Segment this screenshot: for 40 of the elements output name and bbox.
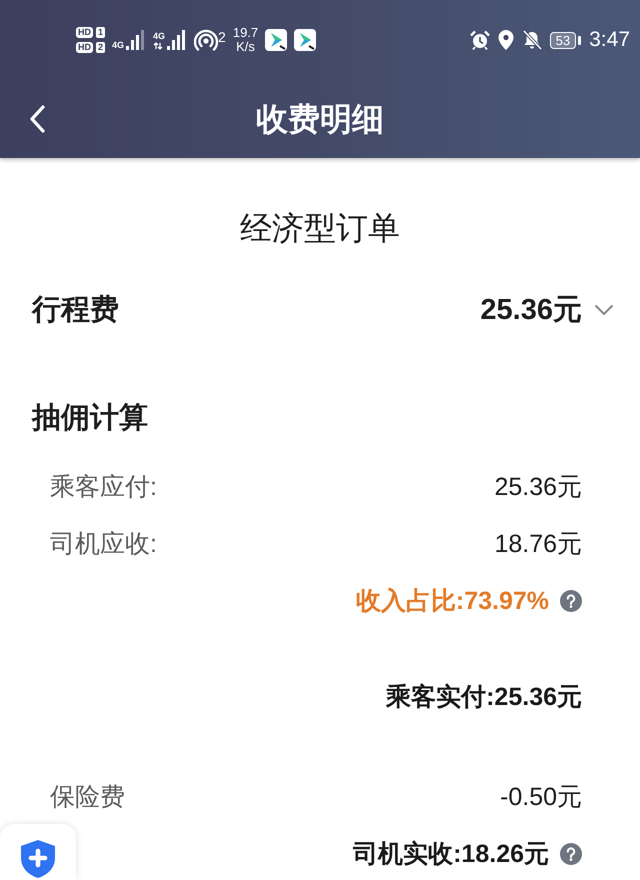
order-type-title: 经济型订单	[240, 209, 400, 248]
hd-voice-badge: HD	[76, 27, 93, 38]
fee-label: 保险费	[50, 782, 125, 813]
chevron-down-icon[interactable]	[594, 304, 614, 316]
battery-terminal-icon	[578, 36, 582, 44]
battery-percent: 53	[550, 32, 576, 48]
back-chevron-icon	[29, 105, 45, 133]
network-speed-value: 19.7	[232, 26, 258, 40]
app-notification-icon	[265, 29, 288, 51]
hotspot-icon	[194, 28, 218, 52]
hd-voice-badge: HD	[76, 42, 93, 53]
network-speed-unit: K/s	[236, 40, 255, 54]
help-icon[interactable]	[560, 843, 582, 865]
hotspot-count: 2	[218, 30, 226, 44]
summary-amount: 乘客实付:25.36元	[386, 682, 582, 713]
location-pin-icon	[498, 30, 514, 50]
page-title: 收费明细	[256, 100, 384, 139]
income-ratio: 收入占比:73.97%	[356, 586, 549, 617]
fee-amount: -0.50元	[500, 782, 582, 813]
sim-slot-badge: 1	[96, 27, 106, 38]
network-type: 4G	[153, 31, 166, 41]
network-type: 4G	[112, 40, 124, 50]
fare-amount: 25.36元	[480, 293, 582, 328]
fee-label: 司机应收:	[50, 529, 157, 560]
alarm-clock-icon	[470, 30, 490, 50]
summary-amount: 司机实收:18.26元	[353, 839, 549, 870]
sim-slot-badge: 2	[96, 42, 106, 53]
fee-amount: 18.76元	[494, 529, 582, 560]
app-notification-icon	[294, 29, 316, 51]
signal-bars-icon	[167, 30, 188, 50]
shield-plus-icon	[21, 840, 55, 878]
fee-amount: 25.36元	[494, 472, 582, 503]
signal-bars-icon	[126, 30, 146, 50]
safety-button[interactable]	[0, 824, 76, 880]
section-title: 抽佣计算	[32, 401, 148, 436]
fare-label: 行程费	[32, 293, 119, 328]
fee-label: 乘客应付:	[50, 472, 157, 503]
status-time: 3:47	[589, 28, 630, 52]
muted-bell-icon	[522, 30, 542, 50]
help-icon[interactable]	[560, 590, 582, 612]
